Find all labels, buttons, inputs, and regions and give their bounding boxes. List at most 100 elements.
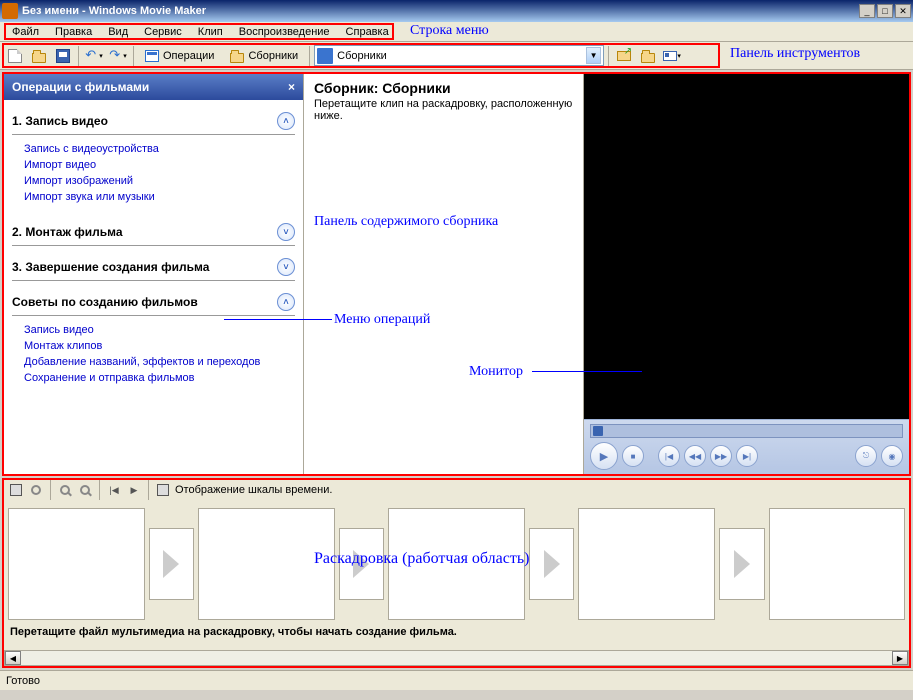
task-pane: Операции с фильмами × 1. Запись видео ˄ …: [4, 74, 304, 474]
scroll-left-icon[interactable]: ◀: [5, 651, 21, 665]
chevron-down-icon[interactable]: ˅: [277, 223, 295, 241]
monitor-controls: ▶ ■ |◀ ◀◀ ▶▶ ▶| ⎋ ◉: [584, 419, 909, 474]
new-button[interactable]: [4, 45, 26, 67]
clip-slot[interactable]: [578, 508, 715, 620]
scroll-track[interactable]: [21, 651, 892, 665]
clip-slot[interactable]: [769, 508, 906, 620]
annotation-operations: Меню операций: [334, 312, 430, 328]
frame-back-button[interactable]: ◀◀: [684, 445, 706, 467]
transition-arrow-icon: [163, 550, 179, 578]
play-button[interactable]: ▶: [590, 442, 618, 470]
task-section-capture: 1. Запись видео ˄ Запись с видеоустройст…: [12, 108, 295, 211]
snapshot-button[interactable]: ◉: [881, 445, 903, 467]
frame-fwd-button[interactable]: ▶▶: [710, 445, 732, 467]
menu-clip[interactable]: Клип: [190, 24, 231, 40]
seek-bar[interactable]: [590, 424, 903, 438]
undo-button[interactable]: ↶▾: [83, 45, 105, 67]
menu-file[interactable]: Файл: [4, 24, 47, 40]
new-folder-button[interactable]: [637, 45, 659, 67]
chevron-up-icon[interactable]: ˄: [277, 293, 295, 311]
timeline-view-icon[interactable]: [8, 482, 24, 498]
close-button[interactable]: ✕: [895, 4, 911, 18]
transition-slot[interactable]: [149, 528, 195, 600]
transition-slot[interactable]: [339, 528, 385, 600]
timeline-scrollbar[interactable]: ◀ ▶: [4, 650, 909, 666]
up-level-button[interactable]: [613, 45, 635, 67]
annotation-content: Панель содержимого сборника: [314, 214, 498, 230]
link-tip-edit[interactable]: Монтаж клипов: [24, 338, 295, 354]
next-button[interactable]: ▶|: [736, 445, 758, 467]
prev-button[interactable]: |◀: [658, 445, 680, 467]
menu-playback[interactable]: Воспроизведение: [231, 24, 338, 40]
link-capture-device[interactable]: Запись с видеоустройства: [24, 141, 295, 157]
zoom-out-icon[interactable]: [77, 482, 93, 498]
operations-label: Операции: [163, 50, 214, 62]
transition-arrow-icon: [734, 550, 750, 578]
rewind-icon[interactable]: |◀: [106, 482, 122, 498]
transition-slot[interactable]: [529, 528, 575, 600]
menu-help[interactable]: Справка: [338, 24, 397, 40]
window-title: Без имени - Windows Movie Maker: [22, 5, 857, 17]
section-title-4[interactable]: Советы по созданию фильмов ˄: [12, 289, 295, 316]
section-title-1[interactable]: 1. Запись видео ˄: [12, 108, 295, 135]
annotation-monitor: Монитор: [469, 364, 523, 380]
newfolder-icon: [641, 53, 655, 63]
section-title-3[interactable]: 3. Завершение создания фильма ˅: [12, 254, 295, 281]
link-import-audio[interactable]: Импорт звука или музыки: [24, 189, 295, 205]
link-import-video[interactable]: Импорт видео: [24, 157, 295, 173]
scroll-right-icon[interactable]: ▶: [892, 651, 908, 665]
content-hint: Перетащите клип на раскадровку, располож…: [314, 98, 573, 122]
storyboard-hint: Перетащите файл мультимедиа на раскадров…: [8, 620, 905, 640]
statusbar: Готово: [0, 670, 913, 690]
app-icon: [2, 3, 18, 19]
menubar: Файл Правка Вид Сервис Клип Воспроизведе…: [0, 22, 913, 42]
menu-edit[interactable]: Правка: [47, 24, 100, 40]
collections-button[interactable]: Сборники: [223, 46, 305, 66]
save-button[interactable]: [52, 45, 74, 67]
clip-slot[interactable]: [198, 508, 335, 620]
play-timeline-icon[interactable]: ▶: [126, 482, 142, 498]
views-button[interactable]: ▾: [661, 45, 683, 67]
task-section-edit: 2. Монтаж фильма ˅: [12, 219, 295, 246]
content-title: Сборник: Сборники: [314, 80, 573, 96]
storyboard[interactable]: Раскадровка (работчая область) Перетащит…: [4, 500, 909, 650]
dropdown-arrow-icon[interactable]: ▼: [586, 47, 601, 64]
status-text: Готово: [6, 675, 40, 687]
transition-arrow-icon: [544, 550, 560, 578]
menu-view[interactable]: Вид: [100, 24, 136, 40]
split-button[interactable]: ⎋: [855, 445, 877, 467]
maximize-button[interactable]: □: [877, 4, 893, 18]
chevron-up-icon[interactable]: ˄: [277, 112, 295, 130]
content-pane: Сборник: Сборники Перетащите клип на рас…: [304, 74, 583, 474]
views-icon: [663, 51, 677, 61]
seek-position-icon[interactable]: [593, 426, 603, 436]
clip-slot[interactable]: [388, 508, 525, 620]
show-timeline-icon[interactable]: [155, 482, 171, 498]
collection-dropdown[interactable]: Сборники ▼: [314, 45, 604, 66]
new-icon: [8, 49, 22, 63]
timeline-view-label[interactable]: Отображение шкалы времени.: [175, 484, 332, 496]
zoom-in-icon[interactable]: [57, 482, 73, 498]
toolbar: ↶▾ ↷▾ Операции Сборники Сборники ▼ ▾ Пан…: [0, 42, 913, 70]
redo-button[interactable]: ↷▾: [107, 45, 129, 67]
taskpane-close-icon[interactable]: ×: [288, 80, 295, 94]
timeline-toolbar: |◀ ▶ Отображение шкалы времени.: [4, 480, 909, 500]
link-import-images[interactable]: Импорт изображений: [24, 173, 295, 189]
transition-arrow-icon: [353, 550, 369, 578]
clip-slot[interactable]: [8, 508, 145, 620]
menu-service[interactable]: Сервис: [136, 24, 190, 40]
link-tip-capture[interactable]: Запись видео: [24, 322, 295, 338]
narrate-icon[interactable]: [28, 482, 44, 498]
open-button[interactable]: [28, 45, 50, 67]
operations-button[interactable]: Операции: [138, 46, 221, 66]
stop-button[interactable]: ■: [622, 445, 644, 467]
task-section-finish: 3. Завершение создания фильма ˅: [12, 254, 295, 281]
link-tip-titles[interactable]: Добавление названий, эффектов и переходо…: [24, 354, 295, 370]
minimize-button[interactable]: _: [859, 4, 875, 18]
titlebar: Без имени - Windows Movie Maker _ □ ✕: [0, 0, 913, 22]
collection-icon: [317, 48, 333, 64]
transition-slot[interactable]: [719, 528, 765, 600]
section-title-2[interactable]: 2. Монтаж фильма ˅: [12, 219, 295, 246]
link-tip-save[interactable]: Сохранение и отправка фильмов: [24, 370, 295, 386]
chevron-down-icon[interactable]: ˅: [277, 258, 295, 276]
